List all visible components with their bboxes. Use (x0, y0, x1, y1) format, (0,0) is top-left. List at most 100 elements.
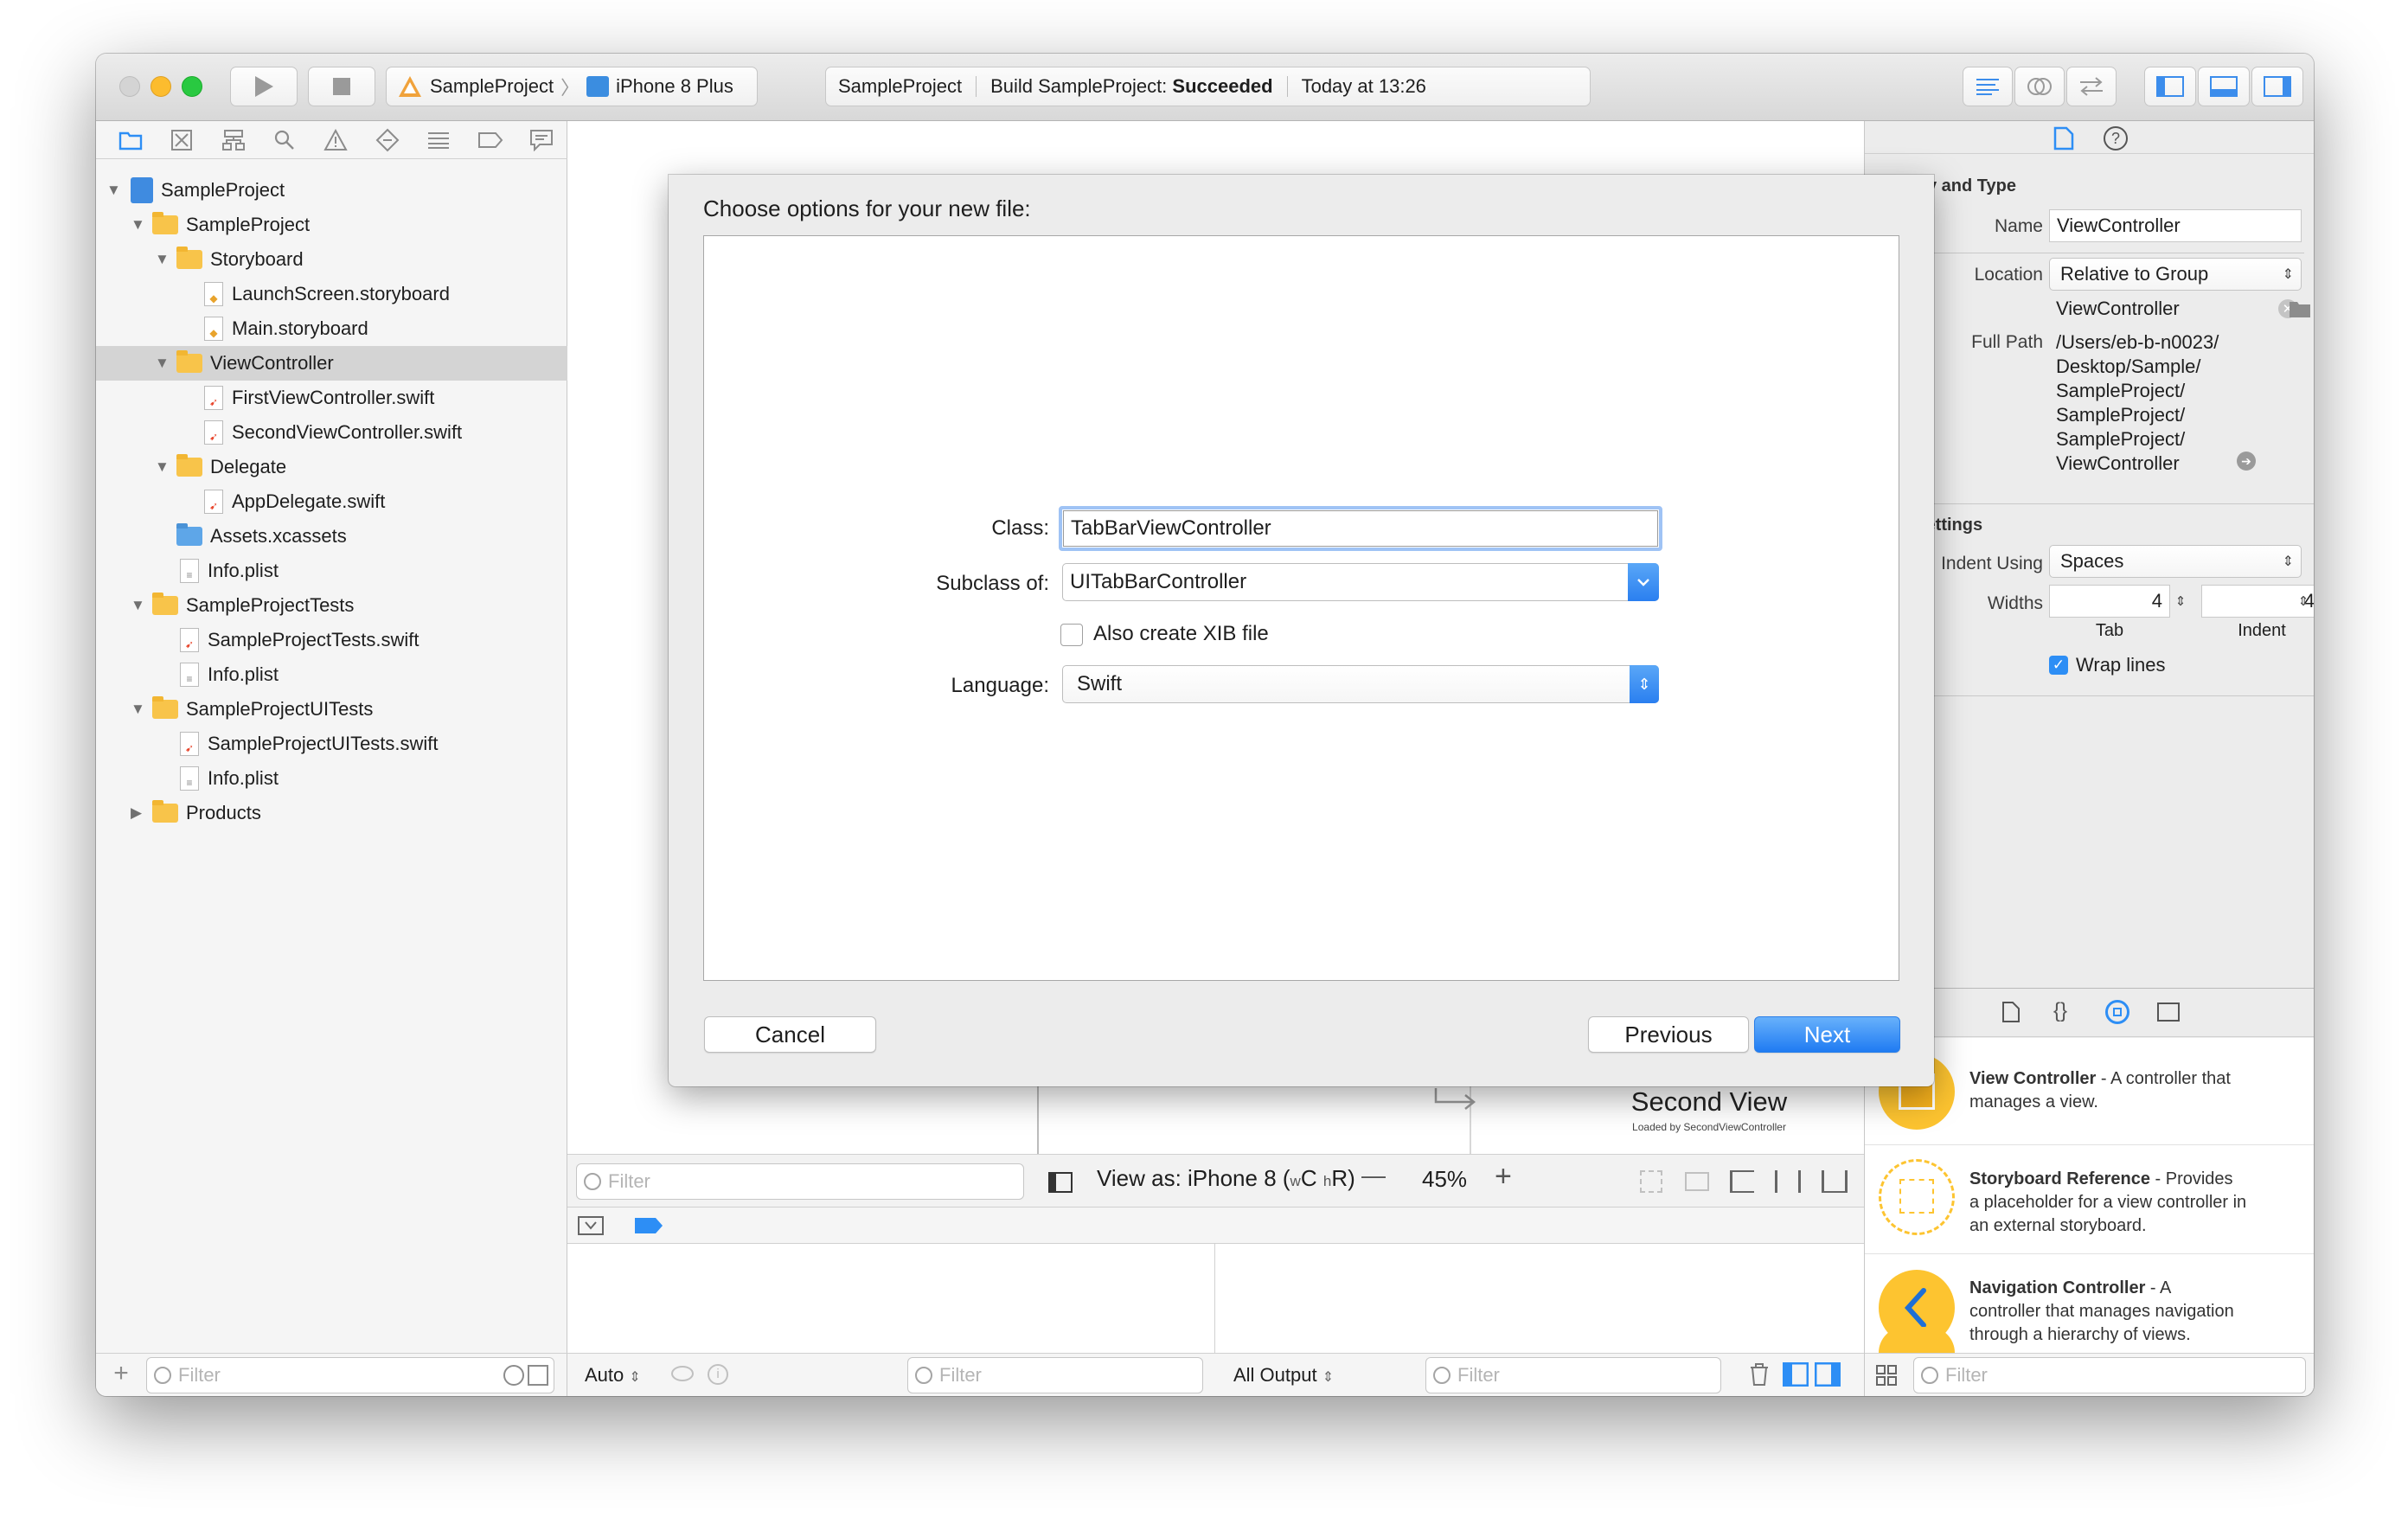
tree-item-group[interactable]: ▼ SampleProjectUITests (96, 692, 567, 727)
name-field[interactable]: ViewController (2049, 209, 2302, 242)
update-frames-icon[interactable] (1685, 1172, 1709, 1191)
zoom-window-button[interactable] (182, 76, 202, 97)
minimize-window-button[interactable] (150, 76, 171, 97)
standard-editor-button[interactable] (1963, 67, 2013, 106)
disclosure-triangle-icon[interactable]: ▼ (131, 701, 145, 718)
tab-width-stepper[interactable]: ⇕ (2173, 586, 2188, 616)
tree-item-file[interactable]: ◆ LaunchScreen.storyboard (96, 277, 567, 311)
file-template-icon[interactable] (2001, 1001, 2021, 1023)
disclosure-triangle-icon[interactable]: ▼ (155, 355, 170, 372)
console-filter-input[interactable]: Filter (1425, 1357, 1721, 1393)
navigator-filter-input[interactable]: Filter (146, 1357, 554, 1393)
tree-item-group[interactable]: ▼ SampleProjectTests (96, 588, 567, 623)
cancel-button[interactable]: Cancel (704, 1016, 876, 1053)
add-icon[interactable]: + (108, 1359, 134, 1387)
object-library-icon[interactable] (2105, 1000, 2129, 1024)
debug-navigator-tab[interactable] (413, 125, 464, 156)
choose-folder-icon[interactable] (2289, 299, 2311, 318)
subclass-combo-box[interactable]: UITabBarController (1062, 563, 1659, 601)
report-navigator-tab[interactable] (516, 125, 567, 156)
tree-item-file[interactable]: ≡ Info.plist (96, 657, 567, 692)
toggle-utilities-button[interactable] (2251, 67, 2303, 106)
tree-item-group[interactable]: ▼ Delegate (96, 450, 567, 484)
scheme-selector[interactable]: SampleProject 〉 iPhone 8 Plus (386, 67, 758, 106)
wrap-lines-checkbox[interactable]: ✓ (2049, 656, 2068, 675)
tree-item-project[interactable]: ▼ SampleProject (96, 173, 567, 208)
tree-item-file[interactable]: ➹ SecondViewController.swift (96, 415, 567, 450)
tree-item-assets[interactable]: Assets.xcassets (96, 519, 567, 554)
breakpoints-toggle-icon[interactable] (635, 1218, 663, 1233)
output-selector[interactable]: All Output ⇕ (1233, 1364, 1334, 1387)
trash-icon[interactable] (1748, 1362, 1771, 1387)
zoom-in-button[interactable]: + (1495, 1160, 1512, 1194)
version-editor-button[interactable] (2066, 67, 2117, 106)
breakpoint-navigator-tab[interactable] (464, 125, 516, 156)
eye-icon[interactable] (671, 1366, 694, 1381)
create-xib-checkbox[interactable] (1060, 624, 1083, 646)
document-outline-icon[interactable] (1048, 1172, 1073, 1193)
toggle-debug-area-button[interactable] (2198, 67, 2250, 106)
variables-filter-input[interactable]: Filter (907, 1357, 1203, 1393)
tree-item-file[interactable]: ➹ AppDelegate.swift (96, 484, 567, 519)
hide-debug-area-icon[interactable] (578, 1216, 604, 1235)
info-icon[interactable]: i (708, 1364, 728, 1385)
test-navigator-tab[interactable] (362, 125, 413, 156)
disclosure-triangle-icon[interactable]: ▼ (106, 182, 121, 199)
issue-navigator-tab[interactable] (311, 125, 362, 156)
tree-item-group[interactable]: ▶ Products (96, 796, 567, 830)
next-button[interactable]: Next (1754, 1016, 1900, 1053)
previous-button[interactable]: Previous (1588, 1016, 1749, 1053)
view-as-selector[interactable]: View as: iPhone 8 (wC hR) (1097, 1165, 1355, 1192)
align-icon[interactable] (1730, 1170, 1754, 1193)
media-library-icon[interactable] (2157, 1003, 2180, 1022)
library-item-storyboard-reference[interactable]: Storyboard Reference - Provides a placeho… (1865, 1145, 2314, 1254)
grid-view-icon[interactable] (1875, 1364, 1898, 1387)
indent-width-stepper[interactable]: ⇕ (2296, 586, 2311, 616)
location-popup[interactable]: Relative to Group ⇕ (2049, 258, 2302, 291)
disclosure-triangle-icon[interactable]: ▼ (155, 458, 170, 476)
zoom-out-button[interactable]: — (1361, 1162, 1386, 1189)
toggle-navigator-button[interactable] (2144, 67, 2196, 106)
symbol-navigator-tab[interactable] (208, 125, 259, 156)
indent-using-popup[interactable]: Spaces ⇕ (2049, 545, 2302, 578)
tree-item-file[interactable]: ➹ SampleProjectUITests.swift (96, 727, 567, 761)
source-control-filter-icon[interactable] (528, 1365, 548, 1386)
project-navigator-tab[interactable] (105, 125, 156, 156)
close-window-button[interactable] (119, 76, 140, 97)
source-control-navigator-tab[interactable] (156, 125, 207, 156)
class-name-input[interactable]: TabBarViewController (1063, 510, 1658, 547)
pin-icon[interactable] (1775, 1170, 1801, 1193)
split-right-icon[interactable] (1815, 1362, 1841, 1387)
file-inspector-icon[interactable] (2053, 126, 2074, 151)
tree-item-file[interactable]: ≡ Info.plist (96, 554, 567, 588)
reveal-in-finder-icon[interactable]: ➔ (2237, 452, 2256, 471)
outline-filter-input[interactable]: Filter (576, 1163, 1024, 1200)
assistant-editor-button[interactable] (2014, 67, 2065, 106)
tree-item-group[interactable]: ▼ SampleProject (96, 208, 567, 242)
disclosure-triangle-icon[interactable]: ▼ (131, 216, 145, 234)
tree-item-file[interactable]: ◆ Main.storyboard (96, 311, 567, 346)
auto-selector[interactable]: Auto ⇕ (585, 1364, 641, 1387)
library-filter-input[interactable]: Filter (1913, 1357, 2306, 1393)
quick-help-icon[interactable]: ? (2104, 126, 2128, 151)
tree-item-file[interactable]: ≡ Info.plist (96, 761, 567, 796)
tab-width-field[interactable]: 4 (2049, 585, 2170, 618)
embed-in-icon[interactable] (1640, 1170, 1662, 1193)
recent-clock-icon[interactable] (503, 1365, 524, 1386)
stop-button[interactable] (308, 67, 375, 106)
run-button[interactable] (230, 67, 298, 106)
disclosure-triangle-icon[interactable]: ▼ (131, 597, 145, 614)
language-popup[interactable]: Swift ⇕ (1062, 665, 1659, 703)
disclosure-triangle-collapsed-icon[interactable]: ▶ (131, 804, 142, 822)
tree-item-file[interactable]: ➹ FirstViewController.swift (96, 381, 567, 415)
folder-icon (176, 350, 202, 373)
code-snippet-icon[interactable]: {} (2053, 999, 2067, 1023)
tree-item-group-selected[interactable]: ▼ ViewController (96, 346, 567, 381)
split-left-icon[interactable] (1783, 1362, 1809, 1387)
find-navigator-tab[interactable] (259, 125, 310, 156)
subclass-dropdown-button[interactable] (1628, 563, 1659, 601)
resolve-issues-icon[interactable] (1822, 1170, 1848, 1193)
disclosure-triangle-icon[interactable]: ▼ (155, 251, 170, 268)
tree-item-file[interactable]: ➹ SampleProjectTests.swift (96, 623, 567, 657)
tree-item-group[interactable]: ▼ Storyboard (96, 242, 567, 277)
